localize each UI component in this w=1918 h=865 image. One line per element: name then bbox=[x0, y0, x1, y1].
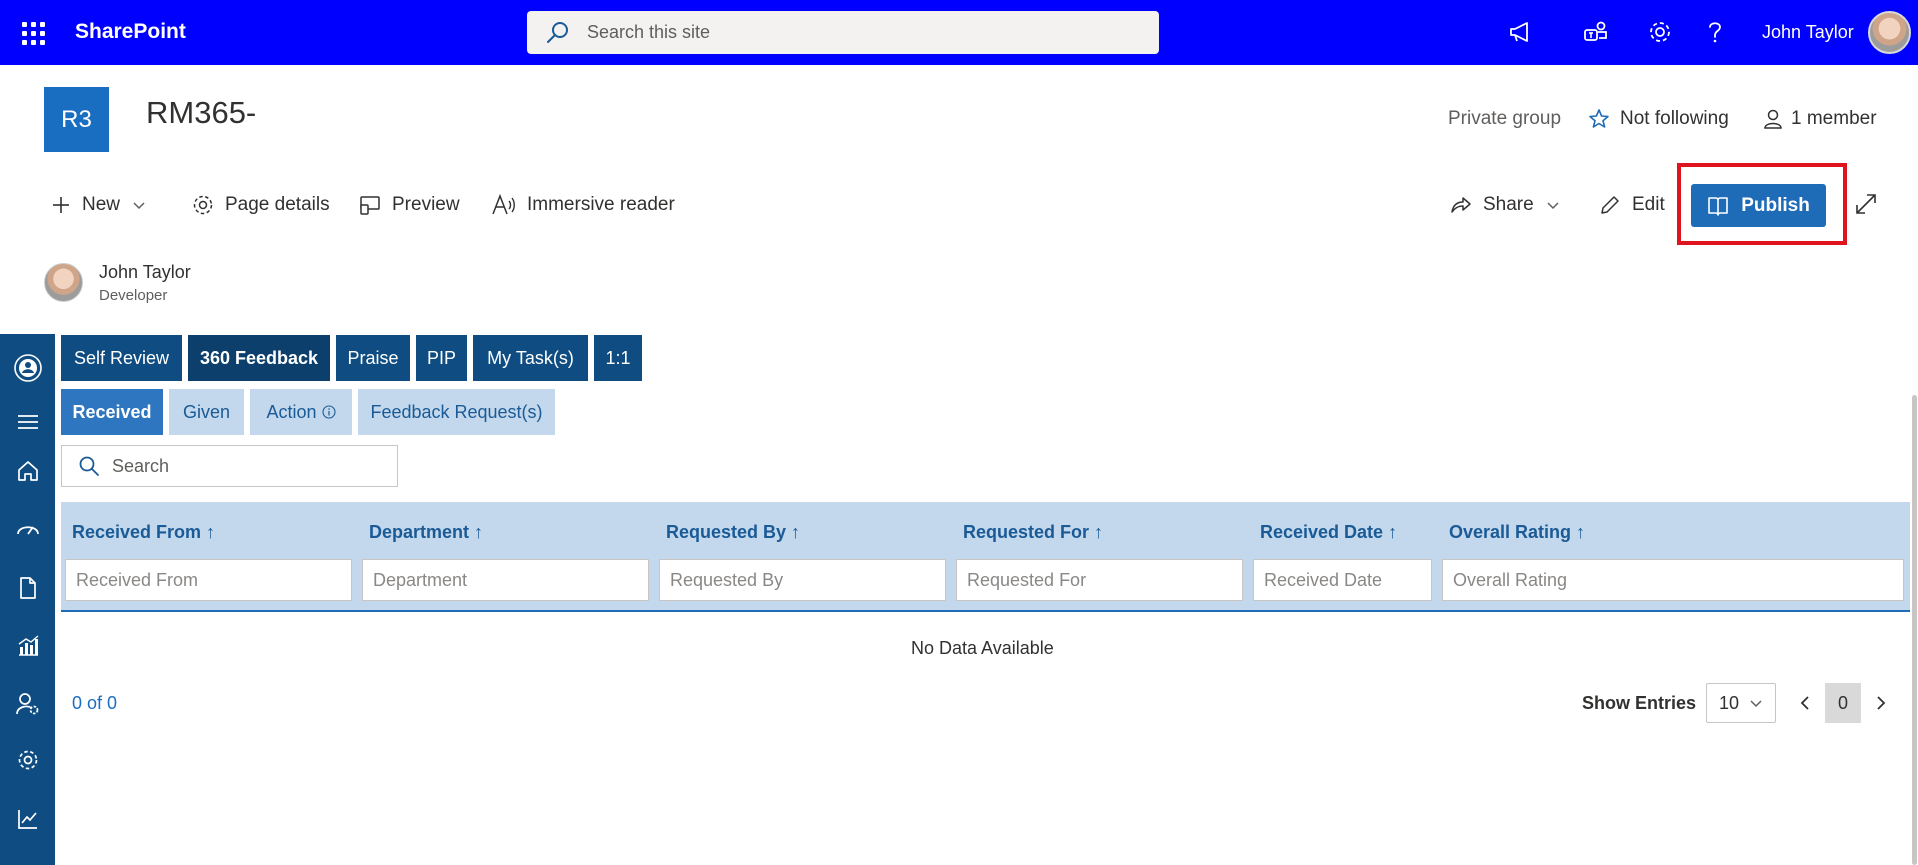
share-label: Share bbox=[1483, 194, 1534, 215]
filter-department[interactable]: Department bbox=[362, 559, 649, 601]
feedback-table-header: Received From ↑ Department ↑ Requested B… bbox=[61, 502, 1910, 612]
analytics-icon[interactable] bbox=[12, 803, 44, 835]
tab-given[interactable]: Given bbox=[169, 389, 244, 435]
chevron-right-icon bbox=[1877, 696, 1886, 710]
filter-received-from[interactable]: Received From bbox=[65, 559, 352, 601]
share-button[interactable]: Share bbox=[1449, 190, 1570, 220]
column-header-requested-for[interactable]: Requested For ↑ bbox=[963, 522, 1103, 543]
star-icon bbox=[1589, 109, 1609, 128]
expand-icon[interactable] bbox=[1853, 189, 1889, 219]
menu-icon[interactable] bbox=[12, 406, 44, 438]
site-search-box[interactable]: Search this site bbox=[527, 11, 1159, 54]
chevron-down-icon bbox=[1547, 202, 1559, 210]
grid-search-placeholder: Search bbox=[112, 455, 170, 476]
new-label: New bbox=[82, 194, 121, 215]
brand-name[interactable]: SharePoint bbox=[75, 20, 186, 44]
share-icon bbox=[1451, 197, 1471, 213]
page-details-button[interactable]: Page details bbox=[191, 190, 330, 220]
gauge-icon[interactable] bbox=[12, 514, 44, 546]
search-icon bbox=[547, 21, 568, 43]
author-role: Developer bbox=[99, 287, 168, 304]
privacy-label: Private group bbox=[1448, 108, 1562, 129]
chevron-left-icon bbox=[1800, 696, 1809, 710]
help-icon[interactable] bbox=[1698, 15, 1732, 49]
suite-bar: SharePoint Search this site John Taylor bbox=[0, 0, 1918, 65]
tab-received[interactable]: Received bbox=[61, 389, 163, 435]
user-settings-icon[interactable] bbox=[12, 688, 44, 720]
follow-label: Not following bbox=[1620, 108, 1729, 129]
document-icon[interactable] bbox=[12, 572, 44, 604]
bar-chart-icon[interactable] bbox=[12, 630, 44, 662]
tab-action-label: Action bbox=[266, 401, 317, 422]
home-icon[interactable] bbox=[12, 455, 44, 487]
column-header-received-from[interactable]: Received From ↑ bbox=[72, 522, 215, 543]
edit-button[interactable]: Edit bbox=[1598, 190, 1665, 220]
info-icon bbox=[321, 405, 336, 419]
filter-requested-by[interactable]: Requested By bbox=[659, 559, 946, 601]
settings-gear-icon[interactable] bbox=[1643, 15, 1677, 49]
column-header-department[interactable]: Department ↑ bbox=[369, 522, 483, 543]
gear-icon bbox=[193, 195, 213, 215]
chevron-down-icon bbox=[133, 202, 145, 210]
publish-label: Publish bbox=[1741, 194, 1810, 216]
column-header-requested-by[interactable]: Requested By ↑ bbox=[666, 522, 800, 543]
app-left-rail bbox=[0, 334, 55, 865]
members-label: 1 member bbox=[1791, 108, 1877, 129]
site-title[interactable]: RM365- bbox=[146, 95, 256, 131]
tab-pip[interactable]: PIP bbox=[416, 335, 467, 381]
tab-praise[interactable]: Praise bbox=[336, 335, 410, 381]
empty-table-message: No Data Available bbox=[911, 638, 1054, 658]
tab-action[interactable]: Action bbox=[250, 389, 352, 435]
megaphone-icon[interactable] bbox=[1503, 15, 1537, 49]
new-button[interactable]: New bbox=[50, 190, 156, 220]
teams-icon[interactable] bbox=[1579, 15, 1613, 49]
filter-received-date[interactable]: Received Date bbox=[1253, 559, 1432, 601]
pencil-icon bbox=[1601, 196, 1619, 214]
immersive-reader-button[interactable]: Immersive reader bbox=[491, 190, 675, 220]
person-icon bbox=[1764, 109, 1782, 129]
preview-label: Preview bbox=[392, 194, 460, 215]
chevron-down-icon bbox=[1750, 700, 1762, 708]
plus-icon bbox=[53, 197, 69, 213]
user-avatar[interactable] bbox=[1868, 11, 1911, 54]
app-launcher-icon[interactable] bbox=[18, 18, 48, 48]
record-count: 0 of 0 bbox=[72, 693, 118, 713]
profile-icon[interactable] bbox=[12, 352, 44, 384]
follow-button[interactable]: Not following bbox=[1588, 108, 1729, 130]
entries-value: 10 bbox=[1719, 692, 1740, 713]
column-header-overall-rating[interactable]: Overall Rating ↑ bbox=[1449, 522, 1585, 543]
tab-one-on-one[interactable]: 1:1 bbox=[594, 335, 642, 381]
tab-360-feedback[interactable]: 360 Feedback bbox=[188, 335, 330, 381]
preview-icon bbox=[360, 196, 380, 215]
author-name: John Taylor bbox=[99, 262, 191, 282]
site-search-placeholder: Search this site bbox=[587, 22, 711, 42]
immersive-reader-icon bbox=[492, 193, 515, 215]
page-details-label: Page details bbox=[225, 194, 330, 215]
preview-button[interactable]: Preview bbox=[358, 190, 460, 220]
book-icon bbox=[1708, 196, 1728, 216]
show-entries-label: Show Entries bbox=[1582, 693, 1697, 713]
members-button[interactable]: 1 member bbox=[1763, 108, 1877, 130]
author-avatar bbox=[44, 263, 83, 302]
search-icon bbox=[79, 456, 99, 476]
filter-requested-for[interactable]: Requested For bbox=[956, 559, 1243, 601]
column-header-received-date[interactable]: Received Date ↑ bbox=[1260, 522, 1397, 543]
next-page-button[interactable] bbox=[1866, 688, 1896, 718]
immersive-reader-label: Immersive reader bbox=[527, 194, 675, 215]
previous-page-button[interactable] bbox=[1790, 688, 1820, 718]
tab-my-tasks[interactable]: My Task(s) bbox=[473, 335, 588, 381]
filter-overall-rating[interactable]: Overall Rating bbox=[1442, 559, 1904, 601]
user-name[interactable]: John Taylor bbox=[1762, 22, 1854, 43]
vertical-scrollbar[interactable] bbox=[1912, 395, 1917, 865]
site-logo[interactable]: R3 bbox=[44, 87, 109, 152]
publish-button[interactable]: Publish bbox=[1691, 184, 1826, 227]
tab-feedback-requests[interactable]: Feedback Request(s) bbox=[358, 389, 555, 435]
edit-label: Edit bbox=[1632, 194, 1665, 215]
current-page[interactable]: 0 bbox=[1825, 683, 1861, 723]
entries-per-page-select[interactable]: 10 bbox=[1706, 683, 1776, 723]
settings-icon[interactable] bbox=[12, 744, 44, 776]
tab-self-review[interactable]: Self Review bbox=[61, 335, 182, 381]
grid-search-input[interactable]: Search bbox=[61, 445, 398, 487]
